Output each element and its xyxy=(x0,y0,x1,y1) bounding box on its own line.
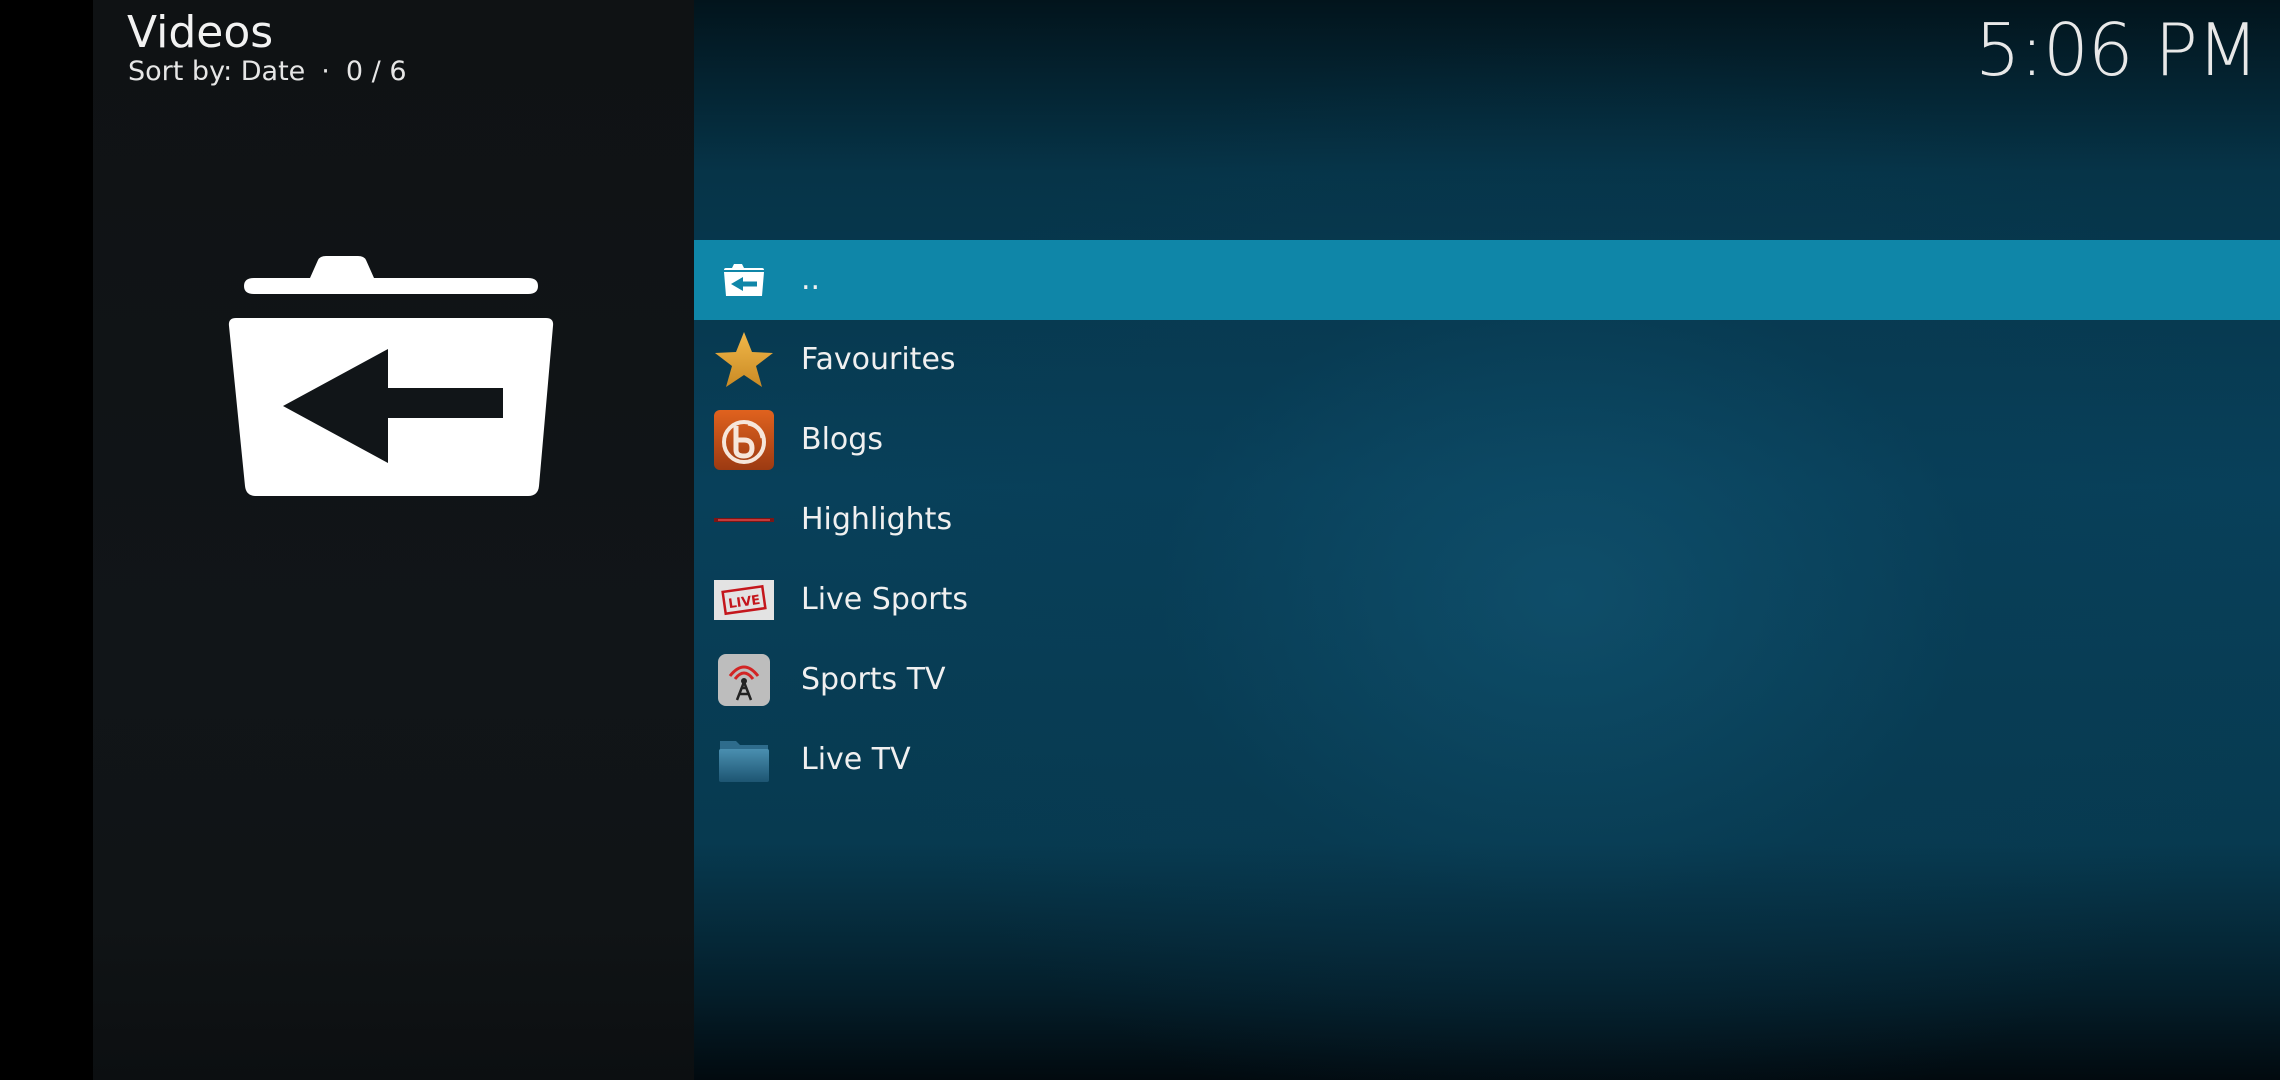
file-list: .. Favourites Blogs Highlights LIVE Live… xyxy=(694,240,2280,800)
list-item-label: Blogs xyxy=(801,422,883,457)
list-item-parent-folder[interactable]: .. xyxy=(694,240,2280,320)
separator: · xyxy=(321,56,330,87)
blogs-addon-icon xyxy=(714,410,774,470)
sort-and-position: Sort by: Date · 0 / 6 xyxy=(128,54,407,90)
list-item-label: .. xyxy=(801,262,821,297)
list-item-label: Live TV xyxy=(801,742,911,777)
left-edge-strip xyxy=(0,0,93,1080)
list-item-sports-tv[interactable]: Sports TV xyxy=(694,640,2280,720)
list-item-blogs[interactable]: Blogs xyxy=(694,400,2280,480)
star-icon xyxy=(714,330,774,390)
clock: 5:06 PM xyxy=(1974,8,2259,92)
list-item-highlights[interactable]: Highlights xyxy=(694,480,2280,560)
list-item-live-sports[interactable]: LIVE Live Sports xyxy=(694,560,2280,640)
sort-label[interactable]: Sort by: Date xyxy=(128,56,305,87)
folder-back-icon xyxy=(714,250,774,310)
live-sports-addon-icon: LIVE xyxy=(714,570,774,630)
list-item-favourites[interactable]: Favourites xyxy=(694,320,2280,400)
list-item-label: Sports TV xyxy=(801,662,946,697)
kodi-videos-screen: Videos Sort by: Date·0 / 6 5:06 PM .. xyxy=(0,0,2280,1080)
list-item-label: Highlights xyxy=(801,502,953,537)
list-item-live-tv[interactable]: Live TV xyxy=(694,720,2280,800)
folder-back-icon xyxy=(228,256,554,496)
info-panel xyxy=(93,0,694,1080)
list-item-label: Live Sports xyxy=(801,582,968,617)
list-item-label: Favourites xyxy=(801,342,956,377)
item-position: 0 / 6 xyxy=(345,56,407,87)
highlights-addon-icon xyxy=(714,490,774,550)
folder-icon xyxy=(714,730,774,790)
sports-tv-addon-icon xyxy=(714,650,774,710)
